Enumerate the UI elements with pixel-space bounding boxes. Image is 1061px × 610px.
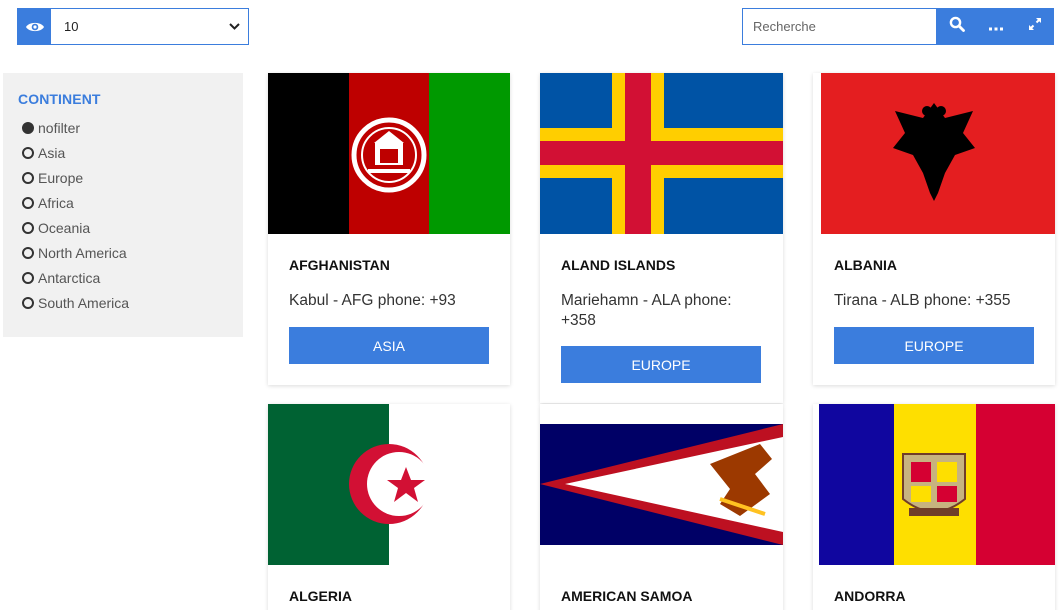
continent-filter-panel: CONTINENT nofilter Asia Europe Africa Oc… (3, 73, 243, 337)
filter-option-label: nofilter (38, 119, 81, 136)
search-bar (742, 8, 1054, 45)
filter-option-south-america[interactable]: South America (18, 290, 228, 315)
continent-button[interactable]: ASIA (289, 327, 489, 364)
filter-option-nofilter[interactable]: nofilter (18, 115, 228, 140)
filter-option-label: Europe (38, 169, 84, 186)
country-card: ALAND ISLANDS Mariehamn - ALA phone: +35… (540, 73, 783, 403)
search-icon (949, 16, 965, 37)
filter-option-label: South America (38, 294, 130, 311)
radio-icon[interactable] (22, 271, 34, 284)
afghanistan-flag (268, 73, 510, 234)
radio-icon[interactable] (22, 146, 34, 159)
country-card: AMERICAN SAMOA (540, 404, 783, 610)
radio-icon[interactable] (22, 296, 34, 309)
filter-option-label: Antarctica (38, 269, 101, 286)
filter-option-europe[interactable]: Europe (18, 165, 228, 190)
american-samoa-flag (540, 404, 783, 565)
filter-option-africa[interactable]: Africa (18, 190, 228, 215)
per-page-dropdown[interactable]: 10 (51, 9, 248, 44)
country-name: ALAND ISLANDS (561, 257, 676, 273)
filter-option-asia[interactable]: Asia (18, 140, 228, 165)
country-info: Kabul - AFG phone: +93 (289, 292, 456, 309)
filter-option-label: Oceania (38, 219, 91, 236)
country-card: ALGERIA (268, 404, 510, 610)
country-card: AFGHANISTAN Kabul - AFG phone: +93 ASIA (268, 73, 510, 385)
expand-icon (1028, 17, 1042, 36)
eye-icon[interactable] (18, 9, 51, 44)
radio-icon[interactable] (22, 171, 34, 184)
chevron-down-icon (229, 23, 240, 30)
filter-option-north-america[interactable]: North America (18, 240, 228, 265)
country-card: ANDORRA (813, 404, 1055, 610)
radio-icon[interactable] (22, 196, 34, 209)
filter-option-label: North America (38, 244, 127, 261)
country-info: Mariehamn - ALA phone: +358 (561, 292, 732, 329)
search-input[interactable] (742, 8, 937, 45)
algeria-flag (268, 404, 510, 565)
country-name: ALBANIA (834, 257, 897, 273)
andorra-flag (813, 404, 1055, 565)
radio-checked-icon[interactable] (22, 121, 34, 134)
country-name: AFGHANISTAN (289, 257, 390, 273)
country-name: ALGERIA (289, 588, 352, 604)
per-page-value: 10 (64, 19, 79, 34)
country-info: Tirana - ALB phone: +355 (834, 292, 1011, 309)
search-button[interactable] (937, 8, 976, 45)
filter-title: CONTINENT (18, 91, 101, 107)
albania-flag (813, 73, 1055, 234)
continent-button[interactable]: EUROPE (561, 346, 761, 383)
filter-option-label: Africa (38, 194, 74, 211)
radio-icon[interactable] (22, 246, 34, 259)
fullscreen-button[interactable] (1015, 8, 1054, 45)
filter-option-antarctica[interactable]: Antarctica (18, 265, 228, 290)
per-page-select[interactable]: 10 (17, 8, 249, 45)
filter-option-oceania[interactable]: Oceania (18, 215, 228, 240)
country-card: ALBANIA Tirana - ALB phone: +355 EUROPE (813, 73, 1055, 385)
continent-button[interactable]: EUROPE (834, 327, 1034, 364)
aland-islands-flag (540, 73, 783, 234)
ellipsis-icon (988, 18, 1003, 36)
more-options-button[interactable] (976, 8, 1015, 45)
country-name: AMERICAN SAMOA (561, 588, 693, 604)
radio-icon[interactable] (22, 221, 34, 234)
filter-option-label: Asia (38, 144, 66, 161)
country-name: ANDORRA (834, 588, 906, 604)
